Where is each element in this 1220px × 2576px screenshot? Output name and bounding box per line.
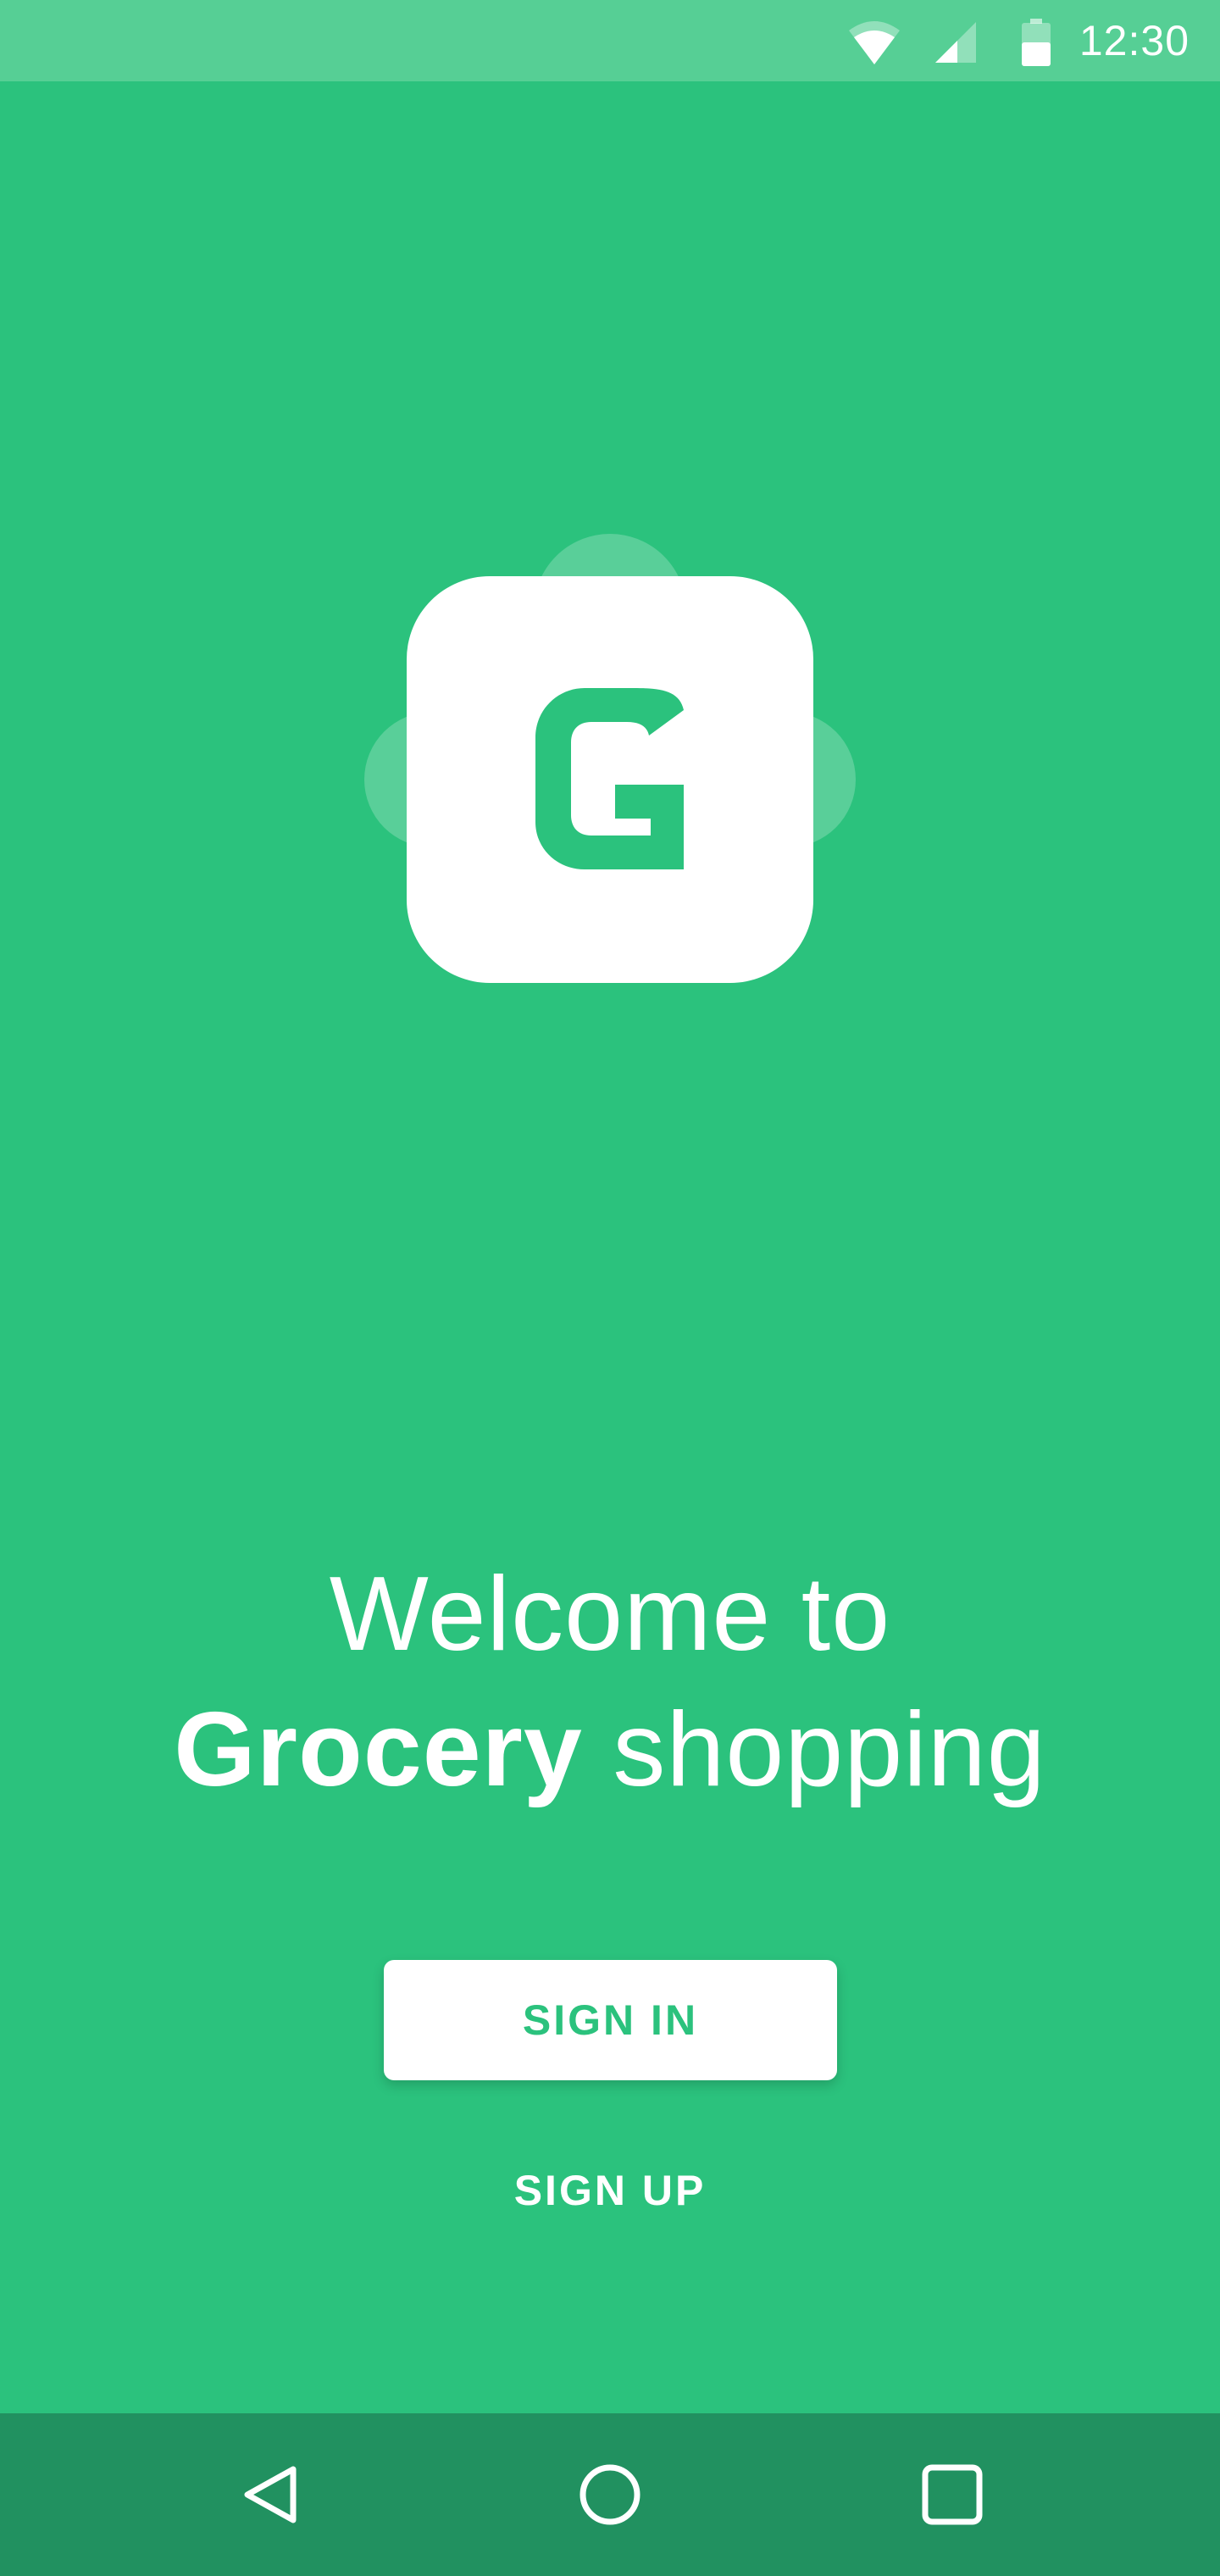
home-icon[interactable]: [559, 2444, 661, 2545]
grocery-app-logo-icon: [364, 534, 856, 1008]
cell-signal-icon: [932, 19, 979, 70]
sign-in-button[interactable]: SIGN IN: [384, 1960, 837, 2080]
back-icon[interactable]: [220, 2444, 322, 2545]
battery-icon: [1022, 19, 1051, 70]
navigation-bar: [0, 2413, 1220, 2576]
status-bar: 12:30: [0, 0, 1220, 81]
recents-icon[interactable]: [901, 2444, 1003, 2545]
welcome-tagline: shopping: [582, 1691, 1046, 1808]
sign-up-button[interactable]: SIGN UP: [441, 2152, 779, 2229]
status-time: 12:30: [1079, 17, 1190, 64]
welcome-heading-line2: Grocery shopping: [0, 1686, 1220, 1813]
wifi-icon: [847, 19, 901, 70]
welcome-heading-line1: Welcome to: [329, 1556, 891, 1673]
brand-name: Grocery: [174, 1691, 583, 1808]
